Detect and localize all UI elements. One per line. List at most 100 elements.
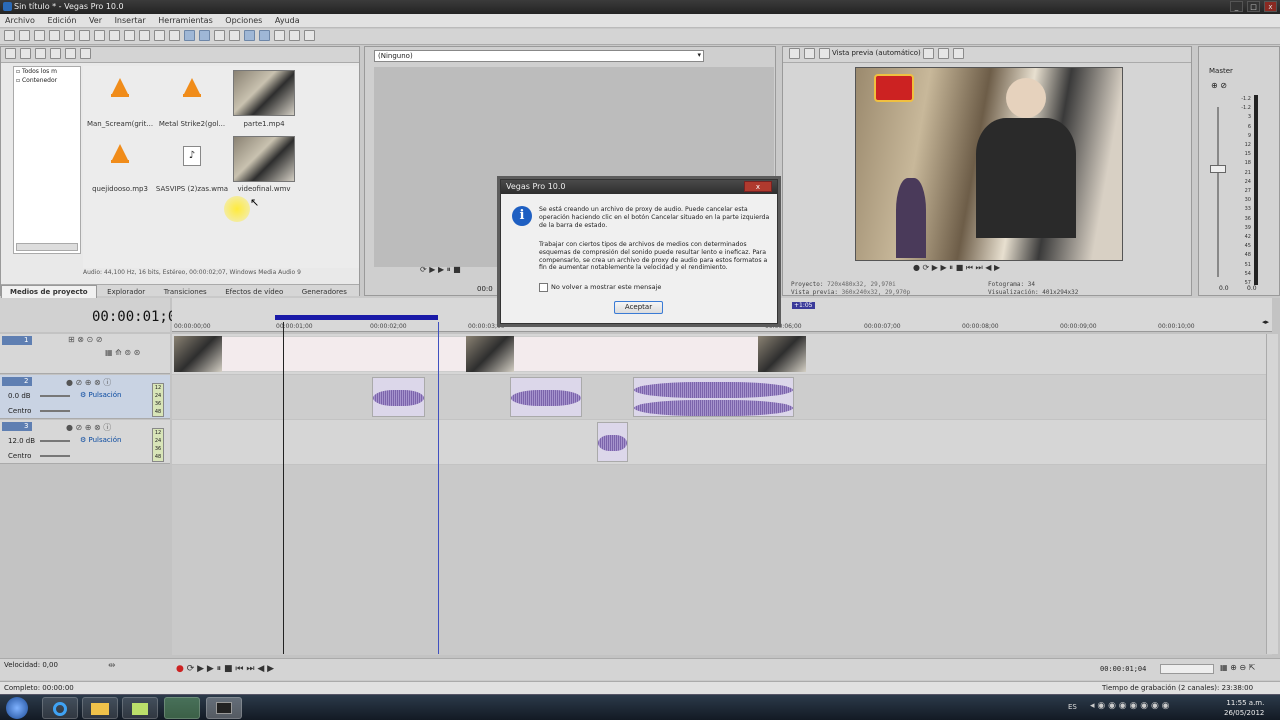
- close-window-button[interactable]: x: [1264, 1, 1277, 12]
- master-fx-icon[interactable]: ⊕ ⊘: [1211, 81, 1227, 90]
- new-icon[interactable]: [4, 30, 15, 41]
- external-monitor-icon[interactable]: [804, 48, 815, 59]
- media-item[interactable]: [89, 136, 151, 182]
- audio-event[interactable]: [597, 422, 628, 462]
- cut-icon[interactable]: [94, 30, 105, 41]
- ruler-scroll-icon[interactable]: ◂▸: [1262, 318, 1269, 326]
- transport-controls[interactable]: ● ⟳ ▶ ▶ ⏸ ■ ⏮ ⏭ ◀ ▶: [176, 664, 274, 674]
- explorer-icon[interactable]: [82, 697, 118, 719]
- clock[interactable]: 11:55 a.m. 26/05/2012: [1224, 698, 1264, 718]
- capture-icon[interactable]: [20, 48, 31, 59]
- save-snapshot-icon[interactable]: [952, 48, 964, 59]
- media-item[interactable]: [161, 70, 223, 116]
- notes-icon[interactable]: [122, 697, 158, 719]
- tab-transiciones[interactable]: Transiciones: [156, 286, 215, 298]
- vertical-scrollbar[interactable]: [1266, 334, 1278, 654]
- envelope-tool-icon[interactable]: [199, 30, 210, 41]
- loop-region-bar[interactable]: [275, 315, 438, 320]
- undo-icon[interactable]: [154, 30, 165, 41]
- track-buttons[interactable]: ⊞ ⊗ ⊙ ⊘: [68, 335, 102, 344]
- save-as-icon[interactable]: [49, 30, 60, 41]
- copy-snapshot-icon[interactable]: [937, 48, 949, 59]
- render-icon[interactable]: [64, 30, 75, 41]
- import-media-icon[interactable]: [5, 48, 16, 59]
- menu-archivo[interactable]: Archivo: [0, 14, 40, 25]
- trimmer-transport[interactable]: ⟳ ▶ ▶ ⏸ ■: [420, 265, 461, 275]
- tree-scrollbar[interactable]: [16, 243, 78, 251]
- timeline-empty-area[interactable]: [172, 465, 1272, 655]
- preview-props-icon[interactable]: [789, 48, 800, 59]
- ie-icon[interactable]: [42, 697, 78, 719]
- accept-button[interactable]: Aceptar: [614, 301, 663, 314]
- menu-ayuda[interactable]: Ayuda: [270, 14, 305, 25]
- get-photo-icon[interactable]: [35, 48, 46, 59]
- paste-icon[interactable]: [124, 30, 135, 41]
- tree-item-bins[interactable]: ▫ Contenedor: [14, 76, 80, 85]
- tray-icons[interactable]: ◂ ◉ ◉ ◉ ◉ ◉ ◉ ◉: [1090, 701, 1170, 711]
- overlays-icon[interactable]: [922, 48, 934, 59]
- track-header-audio[interactable]: 3 ● ⊘ ⊕ ⊗ ⓘ 12.0 dB ⚙ Pulsación Centro 1…: [0, 420, 170, 464]
- playhead-cursor[interactable]: [283, 322, 284, 654]
- audio-event[interactable]: [510, 377, 582, 417]
- tab-efectos-de-video[interactable]: Efectos de vídeo: [217, 286, 291, 298]
- edit-tool-icon[interactable]: [184, 30, 195, 41]
- open-icon[interactable]: [19, 30, 30, 41]
- preview-mode[interactable]: Vista previa (automático): [832, 49, 921, 57]
- media-item[interactable]: [89, 70, 151, 116]
- language-indicator[interactable]: ES: [1068, 703, 1077, 711]
- view-controls[interactable]: ▦ ⊕ ⊖ ⇱: [1220, 663, 1255, 672]
- pan-slider[interactable]: [40, 455, 70, 457]
- help-icon[interactable]: [304, 30, 315, 41]
- video-thumbnail[interactable]: [233, 136, 295, 182]
- media-item[interactable]: ♪: [161, 136, 223, 182]
- auto-ripple-icon[interactable]: [259, 30, 270, 41]
- track-header-audio[interactable]: 2 ● ⊘ ⊕ ⊗ ⓘ 0.0 dB ⚙ Pulsación Centro 12…: [0, 375, 170, 419]
- track-buttons[interactable]: ● ⊘ ⊕ ⊗ ⓘ: [66, 377, 111, 388]
- zoom-tool-icon[interactable]: [229, 30, 240, 41]
- track-mode[interactable]: ⚙ Pulsación: [80, 436, 121, 444]
- save-icon[interactable]: [34, 30, 45, 41]
- lock-envelopes-icon[interactable]: [274, 30, 285, 41]
- remove-icon[interactable]: [50, 48, 61, 59]
- views-icon[interactable]: [80, 48, 91, 59]
- preview-transport[interactable]: ● ⟳ ▶ ▶ ⏸ ■ ⏮ ⏭ ◀ ▶: [913, 263, 1000, 273]
- tab-explorador[interactable]: Explorador: [99, 286, 153, 298]
- audio-track-lane[interactable]: [172, 420, 1272, 464]
- audio-event[interactable]: [633, 377, 794, 417]
- start-button[interactable]: [6, 697, 28, 719]
- menu-insertar[interactable]: Insertar: [110, 14, 151, 25]
- rate-slider[interactable]: ⇹: [108, 661, 116, 671]
- fx-icon[interactable]: [819, 48, 830, 59]
- tab-medios-de-proyecto[interactable]: Medios de proyecto: [1, 285, 97, 298]
- app-icon[interactable]: [164, 697, 200, 719]
- volume-slider[interactable]: [40, 395, 70, 397]
- menu-herramientas[interactable]: Herramientas: [153, 14, 218, 25]
- audio-track-lane[interactable]: [172, 375, 1272, 419]
- compositing-icons[interactable]: ▦ ⟰ ⊚ ⊛: [105, 348, 140, 357]
- dialog-close-button[interactable]: x: [744, 181, 772, 192]
- snap-icon[interactable]: [244, 30, 255, 41]
- properties-icon[interactable]: [79, 30, 90, 41]
- video-thumbnail[interactable]: [233, 70, 295, 116]
- track-header-video[interactable]: 1 ⊞ ⊗ ⊙ ⊘ ▦ ⟰ ⊚ ⊛: [0, 334, 170, 374]
- zoom-slider[interactable]: [1160, 664, 1214, 674]
- delete-icon[interactable]: [139, 30, 150, 41]
- redo-icon[interactable]: [169, 30, 180, 41]
- tab-generadores[interactable]: Generadores: [294, 286, 355, 298]
- copy-icon[interactable]: [109, 30, 120, 41]
- maximize-button[interactable]: □: [1247, 1, 1260, 12]
- dont-show-checkbox[interactable]: [539, 283, 548, 292]
- tree-item-all[interactable]: ▫ Todos los m: [14, 67, 80, 76]
- menu-edicion[interactable]: Edición: [42, 14, 81, 25]
- vegas-taskbar-button[interactable]: [206, 697, 242, 719]
- media-fx-icon[interactable]: [65, 48, 76, 59]
- master-fader[interactable]: [1210, 165, 1226, 173]
- track-mode[interactable]: ⚙ Pulsación: [80, 391, 121, 399]
- audio-event[interactable]: [372, 377, 425, 417]
- menu-opciones[interactable]: Opciones: [220, 14, 267, 25]
- selection-tool-icon[interactable]: [214, 30, 225, 41]
- menu-ver[interactable]: Ver: [84, 14, 107, 25]
- volume-slider[interactable]: [40, 440, 70, 442]
- trimmer-dropdown[interactable]: (Ninguno) ▾: [374, 50, 704, 62]
- pan-slider[interactable]: [40, 410, 70, 412]
